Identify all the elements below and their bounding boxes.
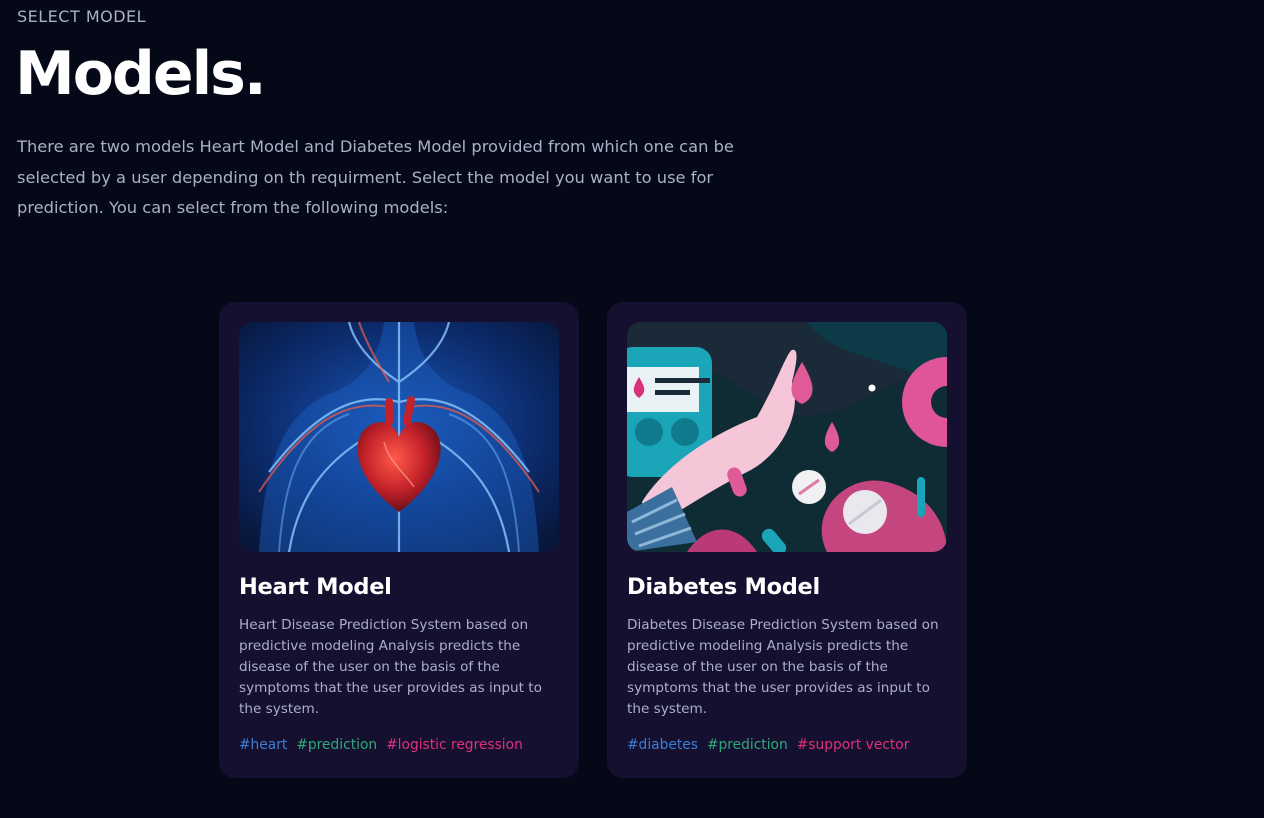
card-description: Heart Disease Prediction System based on… bbox=[239, 617, 542, 717]
tag-list: #heart #prediction #logistic regression bbox=[239, 737, 523, 753]
models-section: SELECT MODEL Models. There are two model… bbox=[0, 0, 1264, 818]
tag: #diabetes bbox=[627, 737, 698, 753]
section-eyebrow: SELECT MODEL bbox=[17, 7, 147, 26]
tag: #logistic regression bbox=[386, 737, 523, 753]
tag: #prediction bbox=[296, 737, 378, 753]
card-title: Heart Model bbox=[239, 574, 392, 600]
model-card-heart[interactable]: Heart Model Heart Disease Prediction Sys… bbox=[219, 302, 579, 778]
diabetes-model-image bbox=[627, 322, 947, 552]
card-description: Diabetes Disease Prediction System based… bbox=[627, 617, 939, 717]
model-card-diabetes[interactable]: Diabetes Model Diabetes Disease Predicti… bbox=[607, 302, 967, 778]
page-title: Models. bbox=[15, 39, 267, 109]
tag: #prediction bbox=[706, 737, 788, 753]
tag: #heart bbox=[239, 737, 288, 753]
tag-list: #diabetes #prediction #support vector bbox=[627, 737, 909, 753]
card-title: Diabetes Model bbox=[627, 574, 820, 600]
heart-model-image bbox=[239, 322, 559, 552]
tag: #support vector bbox=[796, 737, 910, 753]
intro-text: There are two models Heart Model and Dia… bbox=[17, 137, 734, 217]
